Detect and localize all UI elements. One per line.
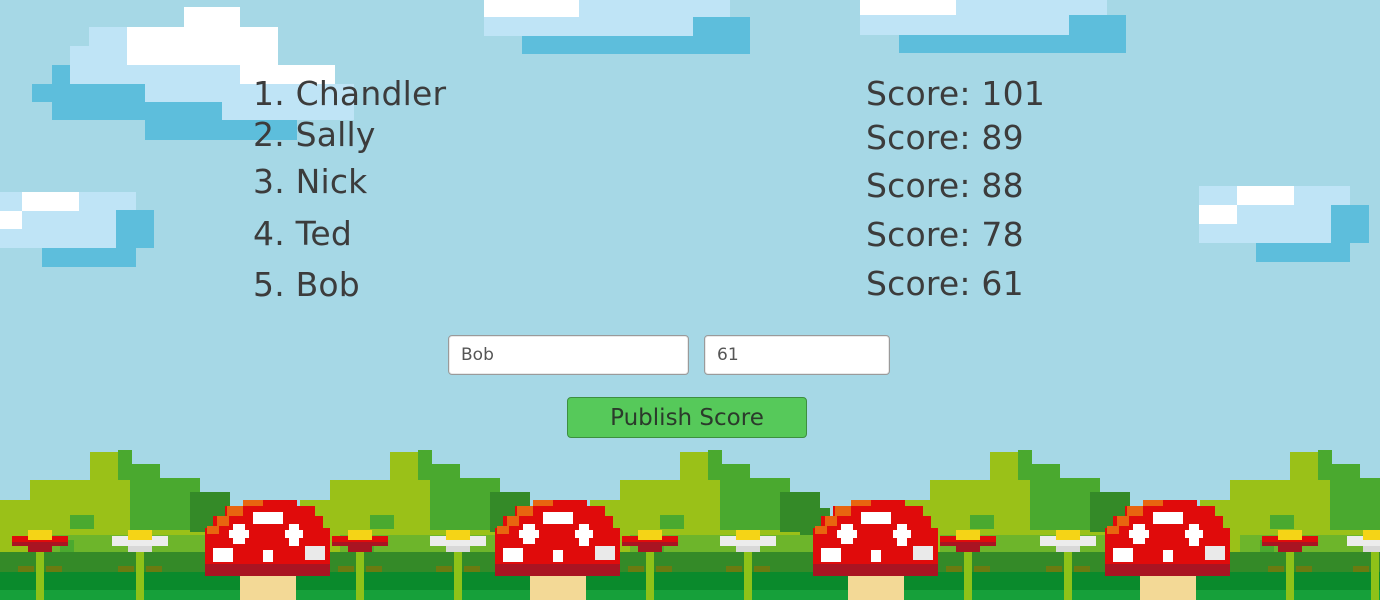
bush-pixel	[418, 450, 432, 480]
leaderboard-name: 2. Sally	[253, 115, 376, 154]
bush-pixel	[708, 450, 722, 480]
bush-pixel	[660, 515, 684, 529]
bush-pixel	[1018, 450, 1032, 480]
bush-pixel	[130, 464, 160, 530]
bush-pixel	[970, 515, 994, 529]
bush-pixel	[1318, 450, 1332, 480]
leaderboard-score: Score: 61	[866, 264, 1024, 303]
leaderboard-score: Score: 89	[866, 118, 1024, 157]
player-name-input[interactable]	[448, 335, 689, 375]
leaderboard-score: Score: 88	[866, 166, 1024, 205]
bush-pixel	[720, 464, 750, 530]
leaderboard-name: 1. Chandler	[253, 74, 447, 113]
leaderboard-score: Score: 78	[866, 215, 1024, 254]
leaderboard-score: Score: 101	[866, 74, 1046, 113]
bush-pixel	[1330, 464, 1360, 530]
publish-score-button[interactable]: Publish Score	[567, 397, 807, 438]
bush-pixel	[70, 515, 94, 529]
game-scene: 1. Chandler 2. Sally 3. Nick 4. Ted 5. B…	[0, 0, 1380, 600]
bush-pixel	[118, 450, 132, 480]
bush-pixel	[1360, 478, 1380, 530]
leaderboard-name: 3. Nick	[253, 162, 368, 201]
ground-scenery	[0, 450, 1380, 600]
bush-pixel	[1270, 515, 1294, 529]
bush-pixel	[1030, 464, 1060, 530]
bush-pixel	[430, 464, 460, 530]
leaderboard-name: 4. Ted	[253, 214, 352, 253]
leaderboard-name: 5. Bob	[253, 265, 360, 304]
bush-pixel	[370, 515, 394, 529]
score-input[interactable]	[704, 335, 890, 375]
